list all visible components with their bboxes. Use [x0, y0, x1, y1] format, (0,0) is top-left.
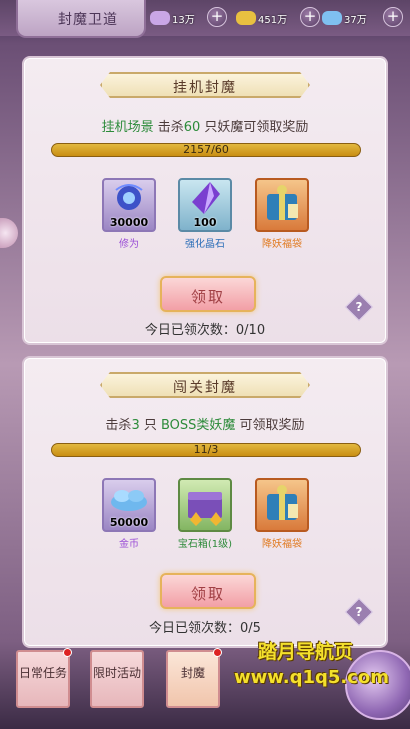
resource-value: 37万 — [344, 14, 367, 26]
item-count: 50000 — [109, 516, 149, 529]
resource-value: 13万 — [172, 14, 195, 26]
help-button[interactable]: ? — [344, 292, 374, 322]
reward-item-enhance-crystal[interactable]: 100 — [178, 178, 232, 232]
boss-seal-panel: 闯关封魔 击杀3 只 BOSS类妖魔 可领取奖励 11/3 50000 金币 宝… — [24, 358, 386, 646]
tab-demon-seal[interactable]: 封魔 — [166, 648, 222, 708]
demon-gift-bag-icon — [267, 485, 298, 520]
reward-item-gem-chest[interactable] — [178, 478, 232, 532]
task-description: 挂机场景 击杀60 只妖魔可领取奖励 — [24, 116, 386, 135]
gold-ingot-icon — [236, 11, 256, 25]
notification-dot-icon — [213, 648, 222, 657]
page-title: 封魔卫道 — [58, 12, 118, 28]
add-blue-crystal-button[interactable]: + — [383, 7, 403, 27]
desc-text: 击杀 — [105, 418, 132, 433]
top-bar: 封魔卫道 13万 + 451万 + 37万 + — [0, 0, 410, 38]
gold-coin-pile-icon — [111, 490, 147, 511]
help-icon: ? — [355, 300, 363, 314]
add-gold-button[interactable]: + — [300, 7, 320, 27]
section-ribbon: 挂机封魔 — [100, 72, 310, 98]
enhance-crystal-icon — [192, 182, 220, 214]
kill-count: 3 — [131, 418, 140, 433]
watermark-url: www.q1q5.com — [234, 667, 390, 688]
claim-count: 今日已领次数：0/5 — [149, 621, 261, 636]
item-name: 降妖福袋 — [262, 239, 302, 250]
idle-seal-panel: 挂机封魔 挂机场景 击杀60 只妖魔可领取奖励 2157/60 30000 修为… — [24, 58, 386, 343]
section-title: 闯关封魔 — [173, 380, 237, 396]
tab-label: 限时活动 — [92, 666, 141, 680]
desc-text: 击杀 — [153, 120, 184, 135]
resource-value: 451万 — [258, 14, 288, 26]
boss-label: BOSS类妖魔 — [160, 418, 236, 433]
scene-label: 挂机场景 — [101, 120, 154, 135]
gem-chest-icon — [188, 492, 222, 526]
reward-item-gold[interactable]: 50000 — [102, 478, 156, 532]
claim-label: 领取 — [190, 585, 225, 603]
item-name: 金币 — [119, 539, 139, 550]
progress-bar: 11/3 — [51, 443, 361, 457]
demon-gift-bag-icon — [267, 185, 298, 220]
resource-gold: 451万 — [236, 8, 287, 28]
desc-text: 只 — [139, 418, 161, 433]
progress-bar: 2157/60 — [51, 143, 361, 157]
purple-gem-icon — [150, 11, 170, 25]
cultivation-orb-icon — [115, 184, 143, 210]
claim-idle-button[interactable]: 领取 — [160, 276, 256, 312]
progress-text: 2157/60 — [183, 143, 229, 156]
notification-dot-icon — [63, 648, 72, 657]
blue-crystal-icon — [322, 11, 342, 25]
task-description: 击杀3 只 BOSS类妖魔 可领取奖励 — [24, 414, 386, 433]
desc-text: 只妖魔可领取奖励 — [200, 120, 309, 135]
item-name: 降妖福袋 — [262, 539, 302, 550]
section-title: 挂机封魔 — [173, 80, 237, 96]
claim-boss-button[interactable]: 领取 — [160, 573, 256, 609]
tab-label: 日常任务 — [18, 666, 67, 680]
tab-limited-events[interactable]: 限时活动 — [90, 650, 144, 708]
claim-label: 领取 — [190, 288, 225, 306]
resource-purple-gem: 13万 — [150, 8, 195, 28]
item-name: 强化晶石 — [185, 239, 225, 250]
item-count: 30000 — [109, 216, 149, 229]
tab-daily-tasks[interactable]: 日常任务 — [16, 648, 72, 708]
reward-item-cultivation[interactable]: 30000 — [102, 178, 156, 232]
resource-blue-crystal: 37万 — [322, 8, 367, 28]
section-ribbon: 闯关封魔 — [100, 372, 310, 398]
claim-count: 今日已领次数：0/10 — [144, 323, 266, 338]
add-purple-gem-button[interactable]: + — [207, 7, 227, 27]
kill-count: 60 — [183, 120, 201, 135]
desc-text: 可领取奖励 — [235, 418, 305, 433]
item-name: 宝石箱(1级) — [177, 539, 233, 550]
side-ornament-icon — [0, 218, 18, 248]
reward-item-gift-bag[interactable] — [255, 478, 309, 532]
item-count: 100 — [193, 216, 217, 229]
watermark-title: 踏月导航页 — [258, 641, 354, 663]
reward-item-gift-bag[interactable] — [255, 178, 309, 232]
title-tab: 封魔卫道 — [16, 0, 146, 38]
item-name: 修为 — [119, 239, 139, 250]
tab-label: 封魔 — [180, 666, 205, 680]
progress-text: 11/3 — [193, 443, 219, 456]
